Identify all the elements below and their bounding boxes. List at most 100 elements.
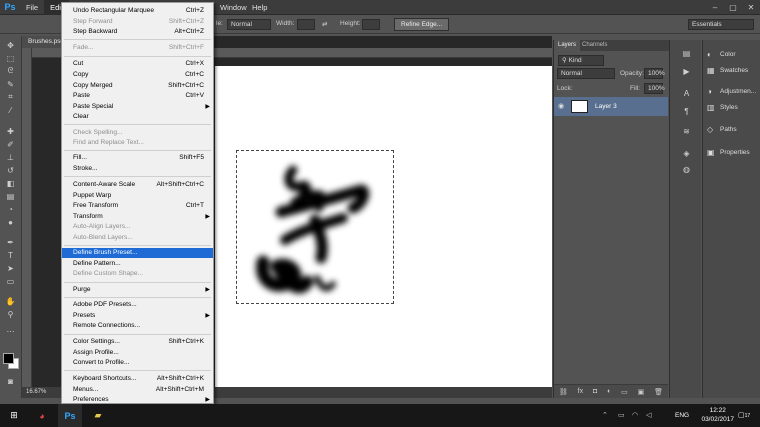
menu-item-convert-profile[interactable]: Convert to Profile... — [62, 358, 213, 368]
quick-mask-icon[interactable]: ◙ — [2, 376, 19, 386]
menu-item-copy-merged[interactable]: Copy Merged Shift+Ctrl+C — [62, 81, 213, 91]
tab-channels[interactable]: Channels — [578, 40, 611, 51]
mask-icon[interactable]: ◘ — [593, 388, 597, 395]
notification-icon[interactable]: ▢17 — [738, 411, 750, 419]
layer-row[interactable]: ◉ Layer 3 — [554, 97, 668, 116]
panel-properties[interactable]: ▣ Properties — [703, 146, 760, 160]
adjustment-icon[interactable]: ◐ — [607, 388, 611, 395]
eraser-tool-icon[interactable]: ◧ — [2, 178, 19, 188]
healing-tool-icon[interactable]: ✚ — [2, 126, 19, 136]
refine-edge-button[interactable]: Refine Edge... — [394, 18, 450, 31]
menu-item-auto-align[interactable]: Auto-Align Layers... — [62, 222, 213, 232]
menu-item-pdf-presets[interactable]: Adobe PDF Presets... — [62, 300, 213, 310]
menu-item-fill[interactable]: Fill... Shift+F5 — [62, 153, 213, 163]
move-tool-icon[interactable]: ✥ — [2, 40, 19, 50]
quick-select-tool-icon[interactable]: ✎ — [2, 79, 19, 89]
menu-item-define-custom-shape[interactable]: Define Custom Shape... — [62, 269, 213, 279]
lasso-tool-icon[interactable]: ᘓ — [2, 66, 19, 76]
zoom-level[interactable]: 16.67% — [26, 389, 46, 395]
menu-item-define-brush-preset[interactable]: Define Brush Preset... — [62, 248, 213, 258]
panel-swatches[interactable]: ▦ Swatches — [703, 64, 760, 78]
menu-item-check-spelling[interactable]: Check Spelling... — [62, 128, 213, 138]
character-icon[interactable]: A — [678, 88, 695, 98]
eye-icon[interactable]: ◉ — [558, 102, 564, 110]
menu-item-cut[interactable]: Cut Ctrl+X — [62, 59, 213, 69]
menu-item-presets[interactable]: Presets ▶ — [62, 311, 213, 321]
type-tool-icon[interactable]: T — [2, 250, 19, 260]
paragraph-icon[interactable]: ¶ — [678, 106, 695, 116]
blur-tool-icon[interactable]: ◔ — [2, 204, 19, 214]
new-layer-icon[interactable]: ▣ — [638, 388, 645, 396]
chrome-icon[interactable]: ◕ — [30, 404, 54, 427]
menu-item-assign-profile[interactable]: Assign Profile... — [62, 348, 213, 358]
panel-paths[interactable]: ◇ Paths — [703, 123, 760, 137]
photoshop-taskbar-icon[interactable]: Ps — [58, 404, 82, 427]
menu-item-menus[interactable]: Menus... Alt+Shift+Ctrl+M — [62, 385, 213, 395]
panel-styles[interactable]: ▥ Styles — [703, 101, 760, 115]
menu-item-transform[interactable]: Transform ▶ — [62, 212, 213, 222]
opacity-field[interactable]: 100% — [644, 68, 665, 79]
height-field[interactable] — [362, 19, 380, 30]
panel-color[interactable]: ◐ Color — [703, 48, 760, 62]
history-icon[interactable]: ▤ — [678, 48, 695, 58]
blend-mode-select[interactable]: Normal — [557, 68, 615, 79]
canvas[interactable] — [215, 66, 552, 388]
style-select[interactable]: Normal — [227, 19, 271, 30]
actions-icon[interactable]: ▶ — [678, 66, 695, 76]
fx-icon[interactable]: fx — [578, 388, 583, 395]
menu-item-keyboard-shortcuts[interactable]: Keyboard Shortcuts... Alt+Shift+Ctrl+K — [62, 374, 213, 384]
stamp-tool-icon[interactable]: ⊥ — [2, 152, 19, 162]
shape-tool-icon[interactable]: ▭ — [2, 276, 19, 286]
crop-tool-icon[interactable]: ⌗ — [2, 92, 19, 102]
menu-item-auto-blend[interactable]: Auto-Blend Layers... — [62, 233, 213, 243]
brush-presets-icon[interactable]: ≋ — [678, 126, 695, 136]
menu-item-fade[interactable]: Fade... Shift+Ctrl+F — [62, 43, 213, 53]
menu-item-puppet-warp[interactable]: Puppet Warp — [62, 191, 213, 201]
gradient-tool-icon[interactable]: ▤ — [2, 191, 19, 201]
dodge-tool-icon[interactable]: ● — [2, 217, 19, 227]
close-button[interactable]: ✕ — [743, 0, 759, 15]
menu-file[interactable]: File — [20, 0, 44, 15]
minimize-button[interactable]: – — [707, 0, 723, 15]
menu-item-purge[interactable]: Purge ▶ — [62, 285, 213, 295]
workspace-select[interactable]: Essentials — [688, 19, 754, 30]
channels-icon[interactable]: ◍ — [678, 164, 695, 174]
menu-item-define-pattern[interactable]: Define Pattern... — [62, 259, 213, 269]
filter-kind-select[interactable]: ⚲ Kind — [558, 55, 604, 66]
menu-item-free-transform[interactable]: Free Transform Ctrl+T — [62, 201, 213, 211]
menu-item-paste-special[interactable]: Paste Special ▶ — [62, 102, 213, 112]
swap-icon[interactable]: ⇄ — [322, 20, 327, 28]
menu-item-undo[interactable]: Undo Rectangular Marquee Ctrl+Z — [62, 6, 213, 16]
pen-tool-icon[interactable]: ✒ — [2, 237, 19, 247]
eyedropper-tool-icon[interactable]: ⁄ — [2, 105, 19, 115]
brush-tool-icon[interactable]: ✐ — [2, 139, 19, 149]
file-explorer-icon[interactable]: ▰ — [86, 404, 110, 427]
more-tools-icon[interactable]: ⋯ — [2, 326, 19, 336]
menu-item-find-replace[interactable]: Find and Replace Text... — [62, 138, 213, 148]
menu-item-remote-connections[interactable]: Remote Connections... — [62, 321, 213, 331]
maximize-button[interactable]: ▢ — [725, 0, 741, 15]
windows-start-icon[interactable]: ⊞ — [2, 404, 26, 427]
menu-item-paste[interactable]: Paste Ctrl+V — [62, 91, 213, 101]
layers-icon[interactable]: ◈ — [678, 148, 695, 158]
menu-item-clear[interactable]: Clear — [62, 112, 213, 122]
menu-help[interactable]: Help — [246, 0, 273, 15]
path-select-tool-icon[interactable]: ➤ — [2, 263, 19, 273]
network-icon[interactable]: ◠ — [632, 411, 638, 419]
foreground-color-swatch[interactable] — [3, 353, 14, 364]
menu-item-stroke[interactable]: Stroke... — [62, 164, 213, 174]
volume-icon[interactable]: ◁ — [646, 411, 651, 419]
system-clock[interactable]: 12:22 03/02/2017 — [701, 406, 734, 424]
marquee-tool-icon[interactable]: ⬚ — [2, 53, 19, 63]
folder-icon[interactable]: ▭ — [621, 388, 628, 396]
menu-item-color-settings[interactable]: Color Settings... Shift+Ctrl+K — [62, 337, 213, 347]
menu-item-step-forward[interactable]: Step Forward Shift+Ctrl+Z — [62, 17, 213, 27]
fill-field[interactable]: 100% — [644, 83, 665, 94]
panel-adjustments[interactable]: ◑ Adjustmen... — [703, 85, 760, 99]
language-indicator[interactable]: ENG — [675, 412, 689, 419]
history-brush-tool-icon[interactable]: ↺ — [2, 165, 19, 175]
trash-icon[interactable]: 🗑 — [654, 388, 663, 396]
tray-up-icon[interactable]: ⌃ — [602, 411, 608, 419]
zoom-tool-icon[interactable]: ⚲ — [2, 309, 19, 319]
width-field[interactable] — [297, 19, 315, 30]
